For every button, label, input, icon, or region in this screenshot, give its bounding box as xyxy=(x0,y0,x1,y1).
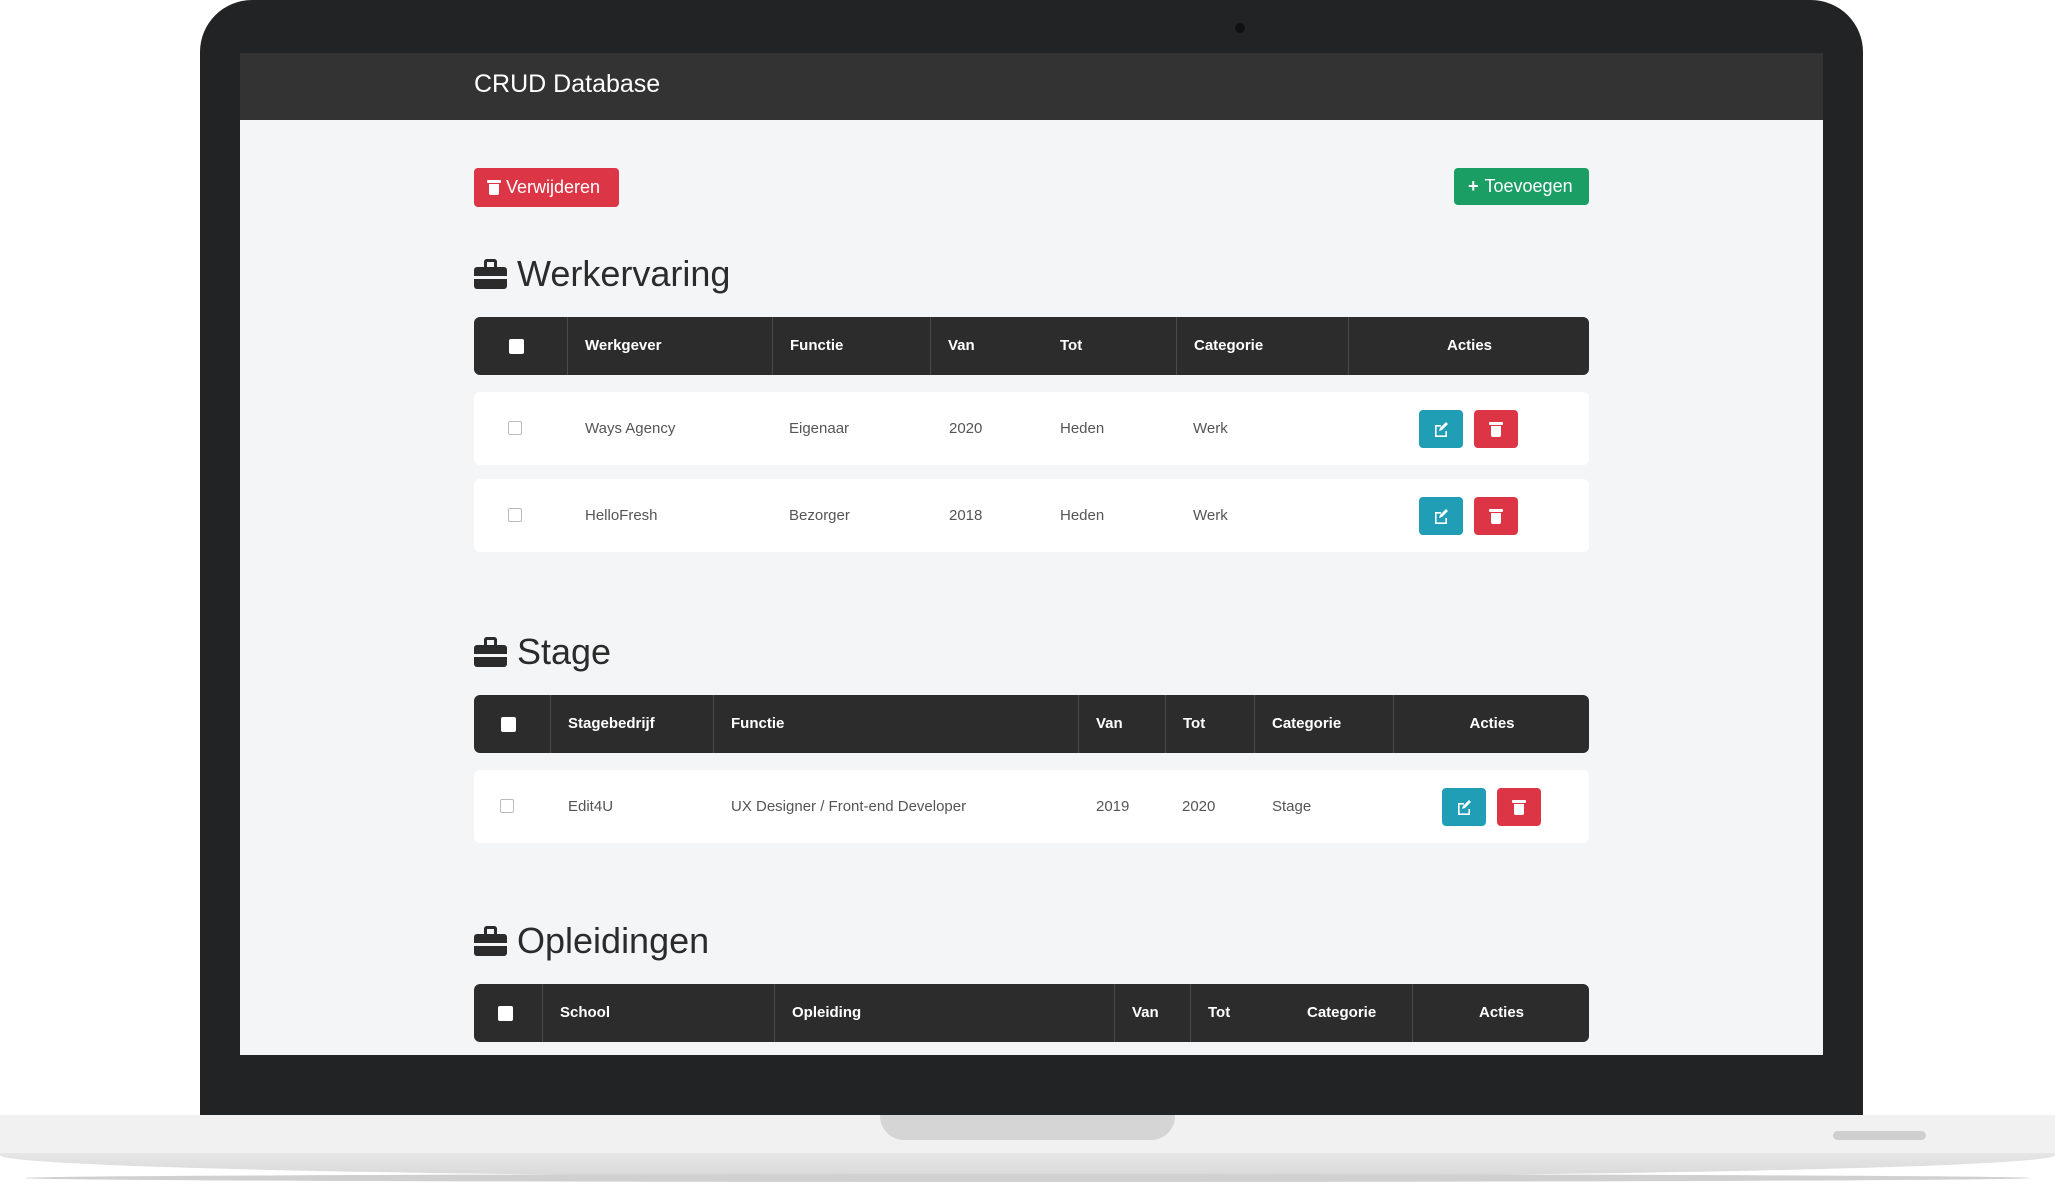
delete-row-button[interactable] xyxy=(1497,788,1541,826)
add-label: Toevoegen xyxy=(1484,176,1573,196)
edit-icon xyxy=(1458,800,1471,815)
section-title-text: Stage xyxy=(517,631,612,672)
cell-company: Edit4U xyxy=(568,798,614,815)
column-header: Acties xyxy=(1393,695,1590,753)
edit-button[interactable] xyxy=(1442,788,1486,826)
edit-icon xyxy=(1435,509,1448,524)
section-title-opleidingen: Opleidingen xyxy=(474,920,709,962)
table-row: Ways Agency Eigenaar 2020 Heden Werk xyxy=(474,392,1589,465)
column-header: Van xyxy=(1078,695,1166,753)
row-checkbox[interactable] xyxy=(500,799,514,813)
edit-button[interactable] xyxy=(1419,497,1463,535)
camera-dot xyxy=(1235,23,1245,33)
column-header: Tot xyxy=(1060,337,1083,354)
cell-function: Eigenaar xyxy=(789,420,850,437)
delete-row-button[interactable] xyxy=(1474,497,1518,535)
navbar: CRUD Database xyxy=(240,53,1823,120)
cell-function: UX Designer / Front-end Developer xyxy=(731,798,967,815)
cell-to: Heden xyxy=(1060,507,1105,524)
trash-icon xyxy=(1489,508,1503,524)
cell-category: Werk xyxy=(1193,507,1228,524)
briefcase-icon xyxy=(474,637,507,667)
app-title[interactable]: CRUD Database xyxy=(474,70,660,99)
column-header: Van xyxy=(1114,984,1191,1042)
add-button[interactable]: + Toevoegen xyxy=(1454,168,1589,205)
column-header: Van xyxy=(930,317,975,375)
table-row: Edit4U UX Designer / Front-end Developer… xyxy=(474,770,1589,843)
laptop-notch xyxy=(880,1115,1175,1140)
table-header-werkervaring: Werkgever Functie Van Tot Categorie Acti… xyxy=(474,317,1589,375)
section-title-werkervaring: Werkervaring xyxy=(474,253,730,295)
column-header: Acties xyxy=(1412,984,1590,1042)
column-header: Acties xyxy=(1348,317,1590,375)
select-all-checkbox[interactable] xyxy=(501,717,516,732)
section-title-text: Opleidingen xyxy=(517,920,710,961)
column-header: Categorie xyxy=(1176,317,1366,375)
column-header: Functie xyxy=(772,317,948,375)
row-checkbox[interactable] xyxy=(508,508,522,522)
screen: CRUD Database Verwijderen + Toevoegen We… xyxy=(240,53,1823,1055)
section-title-stage: Stage xyxy=(474,631,611,673)
delete-label: Verwijderen xyxy=(506,177,601,197)
briefcase-icon xyxy=(474,259,507,289)
section-title-text: Werkervaring xyxy=(517,253,731,294)
column-header: Categorie xyxy=(1254,695,1394,753)
laptop-shadow xyxy=(25,1174,2030,1182)
cell-to: 2020 xyxy=(1182,798,1216,815)
delete-row-button[interactable] xyxy=(1474,410,1518,448)
select-all-checkbox[interactable] xyxy=(509,339,524,354)
cell-from: 2018 xyxy=(949,507,983,524)
column-header: Functie xyxy=(713,695,1079,753)
column-header: Stagebedrijf xyxy=(550,695,714,753)
cell-category: Werk xyxy=(1193,420,1228,437)
edit-button[interactable] xyxy=(1419,410,1463,448)
column-header: School xyxy=(542,984,775,1042)
cell-to: Heden xyxy=(1060,420,1105,437)
trash-icon xyxy=(1512,799,1526,815)
trash-icon xyxy=(1489,421,1503,437)
table-row: HelloFresh Bezorger 2018 Heden Werk xyxy=(474,479,1589,552)
cell-from: 2019 xyxy=(1096,798,1130,815)
plus-icon: + xyxy=(1468,176,1479,196)
cell-function: Bezorger xyxy=(789,507,850,524)
cell-category: Stage xyxy=(1272,798,1312,815)
edit-icon xyxy=(1435,422,1448,437)
column-header: Werkgever xyxy=(567,317,790,375)
column-header: Tot xyxy=(1190,984,1308,1042)
cell-employer: Ways Agency xyxy=(585,420,676,437)
laptop-indicator xyxy=(1833,1131,1926,1140)
table-header-stage: Stagebedrijf Functie Van Tot Categorie A… xyxy=(474,695,1589,753)
column-header: Tot xyxy=(1165,695,1255,753)
delete-selected-button[interactable]: Verwijderen xyxy=(474,168,619,207)
select-all-checkbox[interactable] xyxy=(498,1006,513,1021)
column-header: Opleiding xyxy=(774,984,1115,1042)
briefcase-icon xyxy=(474,926,507,956)
column-header: Categorie xyxy=(1307,1004,1377,1021)
table-header-opleidingen: School Opleiding Van Tot Categorie Actie… xyxy=(474,984,1589,1042)
row-checkbox[interactable] xyxy=(508,421,522,435)
cell-employer: HelloFresh xyxy=(585,507,658,524)
cell-from: 2020 xyxy=(949,420,983,437)
trash-icon xyxy=(487,180,501,195)
